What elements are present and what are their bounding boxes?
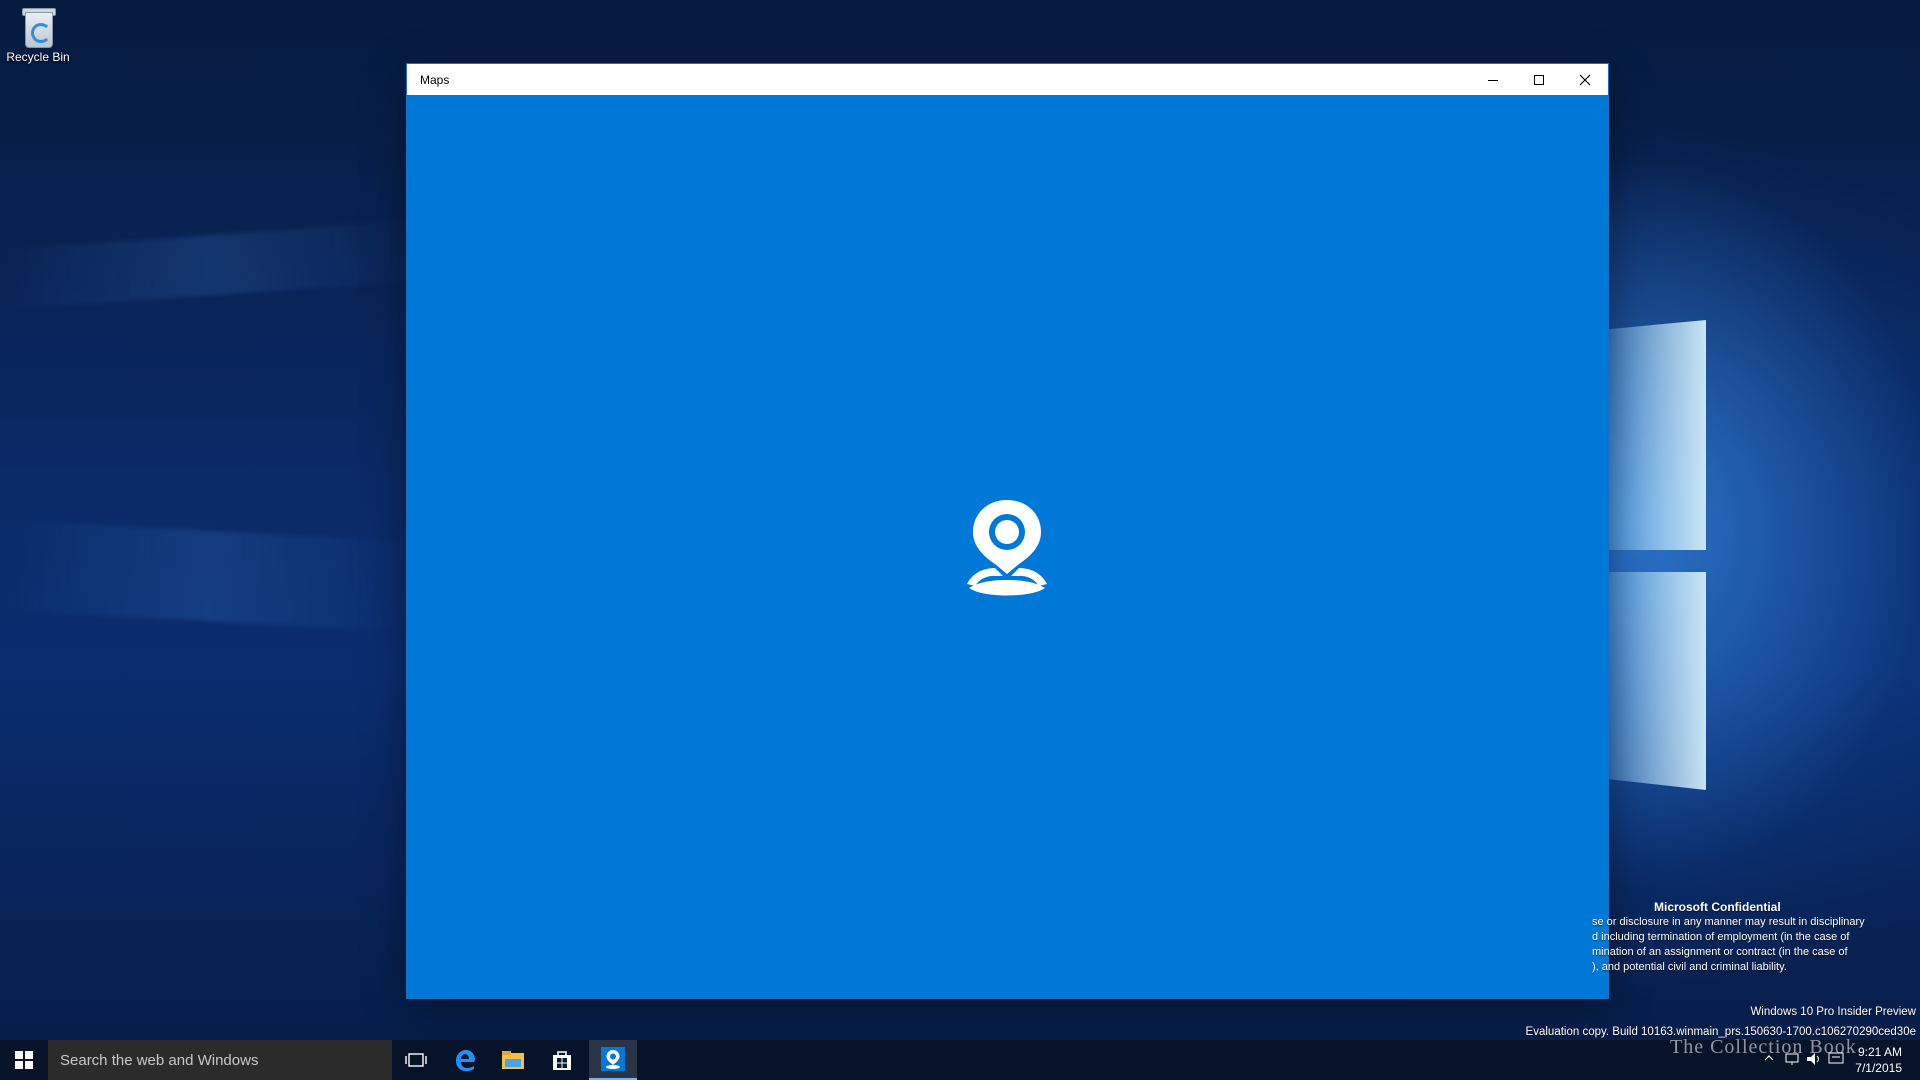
taskbar: Search the web and Windows 9:21 AM 7/1/2…: [0, 1040, 1920, 1080]
edge-button[interactable]: [441, 1040, 489, 1080]
splash-screen: [407, 95, 1608, 998]
file-explorer-icon: [502, 1051, 524, 1069]
search-box[interactable]: Search the web and Windows: [48, 1040, 392, 1080]
confidential-heading: Microsoft Confidential: [1654, 900, 1781, 914]
edition-text: Windows 10 Pro Insider Preview: [1750, 1006, 1916, 1018]
minimize-icon: [1488, 79, 1498, 81]
wallpaper-beam: [0, 520, 422, 632]
file-explorer-button[interactable]: [489, 1040, 537, 1080]
recycle-bin[interactable]: Recycle Bin: [4, 6, 72, 64]
confidential-line: d including termination of employment (i…: [1592, 931, 1850, 943]
close-icon: [1579, 74, 1591, 85]
watermark: The Collection Book: [1670, 1036, 1857, 1058]
windows-logo-wallpaper: [1608, 320, 1720, 790]
clock-time: 9:21 AM: [1857, 1045, 1902, 1059]
confidential-line: ), and potential civil and criminal liab…: [1592, 961, 1787, 973]
task-view-button[interactable]: [392, 1040, 440, 1080]
maps-window: Maps: [407, 64, 1608, 998]
edge-icon: [456, 1050, 475, 1071]
recycle-bin-label: Recycle Bin: [6, 50, 70, 64]
maps-icon: [601, 1047, 625, 1071]
windows-start-icon: [15, 1051, 33, 1069]
store-icon: [553, 1051, 571, 1070]
close-button[interactable]: [1562, 64, 1608, 95]
clock[interactable]: 9:21 AM 7/1/2015: [1855, 1044, 1902, 1076]
confidential-line: se or disclosure in any manner may resul…: [1592, 916, 1865, 928]
window-title: Maps: [420, 73, 450, 87]
maps-pin-icon: [967, 500, 1047, 596]
maximize-button[interactable]: [1516, 64, 1562, 95]
task-view-icon: [405, 1053, 427, 1067]
wallpaper-beam: [0, 220, 422, 310]
minimize-button[interactable]: [1470, 64, 1516, 95]
maps-taskbar-button[interactable]: [589, 1040, 637, 1080]
confidential-line: mination of an assignment or contract (i…: [1592, 946, 1848, 958]
start-button[interactable]: [0, 1040, 48, 1080]
desktop: { "desktop": { "recycle_bin_label": "Rec…: [0, 0, 1920, 1080]
maximize-icon: [1534, 74, 1544, 85]
store-button[interactable]: [538, 1040, 586, 1080]
clock-date: 7/1/2015: [1855, 1061, 1902, 1075]
recycle-bin-icon: [21, 6, 56, 48]
confidential-notice: Microsoft Confidential se or disclosure …: [1592, 900, 1910, 975]
title-bar[interactable]: Maps: [407, 64, 1608, 95]
